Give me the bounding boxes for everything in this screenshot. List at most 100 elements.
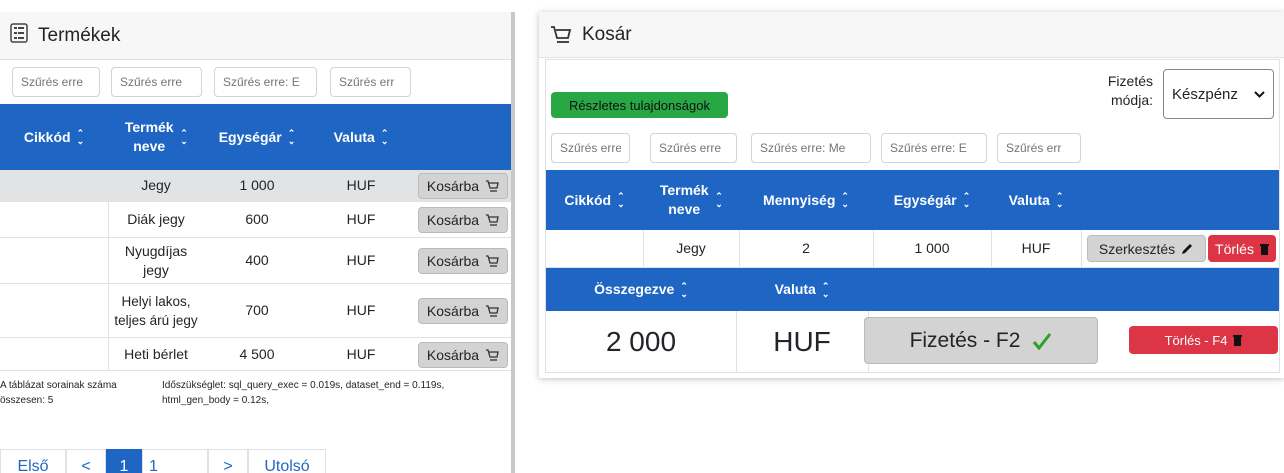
filter-product-code[interactable] bbox=[12, 67, 100, 97]
sort-icon[interactable]: ⌃ ⌄ bbox=[963, 192, 971, 209]
sort-icon[interactable]: ⌃ ⌄ bbox=[1056, 192, 1064, 209]
cart-header: Kosár bbox=[539, 12, 1284, 58]
column-header-price[interactable]: Egységár ⌃ ⌄ bbox=[204, 104, 310, 170]
add-to-cart-button[interactable]: Kosárba bbox=[418, 342, 508, 368]
column-header-total-currency[interactable]: Valuta ⌃ ⌄ bbox=[736, 268, 868, 311]
products-panel: Termékek Cikkód ⌃⌄ Termék neve ⌃⌄ Egységár… bbox=[0, 12, 515, 473]
column-header-quantity[interactable]: Mennyiség ⌃ ⌄ bbox=[739, 170, 873, 230]
chevron-down-icon bbox=[1254, 90, 1265, 98]
pencil-icon bbox=[1180, 242, 1194, 256]
add-to-cart-button[interactable]: Kosárba bbox=[418, 248, 508, 274]
product-price: 4 500 bbox=[239, 345, 275, 362]
clear-cart-button[interactable]: Törlés - F4 bbox=[1129, 326, 1278, 354]
sort-icon[interactable]: ⌃ ⌄ bbox=[381, 129, 389, 146]
product-name: Heti bérlet bbox=[124, 345, 188, 362]
product-currency: HUF bbox=[346, 252, 376, 268]
cart-item-quantity: 2 bbox=[802, 240, 810, 256]
delete-item-button[interactable]: Törlés bbox=[1208, 235, 1276, 262]
product-price: 1 000 bbox=[239, 177, 275, 193]
pagination-current[interactable]: 1 bbox=[106, 449, 142, 473]
product-currency: HUF bbox=[346, 345, 376, 362]
sort-icon[interactable]: ⌃ ⌄ bbox=[680, 281, 688, 298]
add-to-cart-button[interactable]: Kosárba bbox=[418, 207, 508, 233]
column-header-name[interactable]: Termék neve ⌃ ⌄ bbox=[108, 104, 204, 170]
product-name: Diák jegy bbox=[127, 211, 185, 227]
column-header-code[interactable]: Cikkód ⌃ ⌄ bbox=[0, 104, 108, 170]
product-name: Helyi lakos, teljes árú jegy bbox=[114, 293, 198, 328]
cart-filter-price[interactable] bbox=[881, 133, 987, 163]
cart-filter-name[interactable] bbox=[650, 133, 737, 163]
cart-filter-code[interactable] bbox=[551, 133, 630, 163]
filter-product-name[interactable] bbox=[111, 67, 202, 97]
total-amount: 2 000 bbox=[605, 326, 677, 357]
add-to-cart-button[interactable]: Kosárba bbox=[418, 298, 508, 324]
sort-icon[interactable]: ⌃ ⌄ bbox=[822, 281, 830, 298]
column-label: Termék neve bbox=[659, 182, 709, 217]
pagination-last[interactable]: Utolsó bbox=[248, 449, 326, 473]
cart-icon bbox=[485, 179, 499, 193]
cart-table-header: Cikkód ⌃ ⌄ Termék neve ⌃ ⌄ Mennyiség ⌃ ⌄ Egysé… bbox=[546, 170, 1279, 230]
column-label: Egységár bbox=[893, 191, 957, 208]
button-label: Kosárba bbox=[426, 178, 480, 194]
pagination-next[interactable]: > bbox=[208, 449, 248, 473]
column-header-code[interactable]: Cikkód ⌃ ⌄ bbox=[546, 170, 643, 230]
pay-button[interactable]: Fizetés - F2 bbox=[864, 317, 1098, 364]
button-label: Kosárba bbox=[426, 303, 480, 319]
product-price: 600 bbox=[245, 211, 269, 227]
cart-filter-currency[interactable] bbox=[997, 133, 1081, 163]
column-label: Valuta bbox=[333, 128, 375, 145]
edit-button[interactable]: Szerkesztés bbox=[1087, 235, 1206, 262]
column-label: Valuta bbox=[1008, 191, 1050, 208]
table-row: Helyi lakos, teljes árú jegy 700 HUF Kos… bbox=[0, 284, 511, 338]
button-label: Törlés bbox=[1215, 240, 1254, 257]
payment-method-label: Fizetés módja: bbox=[1107, 73, 1153, 108]
trash-icon bbox=[1259, 243, 1269, 255]
sort-icon[interactable]: ⌃ ⌄ bbox=[715, 192, 723, 209]
products-table-header: Cikkód ⌃ ⌄ Termék neve ⌃ ⌄ Egységár ⌃ ⌄ Valuta… bbox=[0, 104, 511, 170]
product-name: Jegy bbox=[141, 177, 171, 193]
timing-info: Időszükséglet: sql_query_exec = 0.019s, … bbox=[162, 380, 445, 406]
pagination-prev[interactable]: < bbox=[66, 449, 106, 473]
sort-icon[interactable]: ⌃ ⌄ bbox=[617, 192, 625, 209]
pagination-first[interactable]: Első bbox=[0, 449, 66, 473]
column-header-currency[interactable]: Valuta ⌃ ⌄ bbox=[991, 170, 1081, 230]
add-to-cart-button[interactable]: Kosárba bbox=[418, 173, 508, 199]
cart-icon bbox=[485, 348, 499, 362]
sort-icon[interactable]: ⌃ ⌄ bbox=[841, 192, 849, 209]
button-label: Kosárba bbox=[426, 347, 480, 363]
column-label: Cikkód bbox=[23, 128, 71, 145]
column-header-price[interactable]: Egységár ⌃ ⌄ bbox=[873, 170, 991, 230]
table-row: Jegy 1 000 HUF Kosárba bbox=[0, 170, 511, 202]
summary-header: Összegezve ⌃ ⌄ Valuta ⌃ ⌄ bbox=[546, 268, 1279, 311]
cart-item-currency: HUF bbox=[1021, 240, 1051, 256]
button-label: Szerkesztés bbox=[1098, 240, 1176, 257]
details-button[interactable]: Részletes tulajdonságok bbox=[551, 92, 728, 118]
products-title: Termékek bbox=[38, 24, 121, 46]
table-row: Jegy 2 1 000 HUF Szerkesztés Törlés bbox=[546, 230, 1279, 268]
sort-icon[interactable]: ⌃ ⌄ bbox=[77, 129, 85, 146]
column-header-currency[interactable]: Valuta ⌃ ⌄ bbox=[310, 104, 412, 170]
filter-currency[interactable] bbox=[330, 67, 411, 97]
cart-item-price: 1 000 bbox=[914, 240, 950, 256]
column-label: Termék neve bbox=[124, 119, 174, 154]
payment-method-select[interactable]: Készpénz bbox=[1163, 69, 1274, 119]
column-header-name[interactable]: Termék neve ⌃ ⌄ bbox=[643, 170, 739, 230]
sort-icon[interactable]: ⌃ ⌄ bbox=[288, 129, 296, 146]
sort-icon[interactable]: ⌃ ⌄ bbox=[180, 129, 188, 146]
product-currency: HUF bbox=[346, 177, 376, 193]
cart-filter-quantity[interactable] bbox=[751, 133, 871, 163]
pagination-page[interactable]: 1 bbox=[142, 449, 208, 473]
button-label: Kosárba bbox=[426, 212, 480, 228]
table-row: Nyugdíjas jegy 400 HUF Kosárba bbox=[0, 238, 511, 284]
payment-method-value: Készpénz bbox=[1172, 85, 1238, 103]
cart-icon bbox=[485, 213, 499, 227]
column-label: Összegezve bbox=[594, 281, 675, 297]
product-name: Nyugdíjas jegy bbox=[124, 242, 188, 278]
column-label: Cikkód bbox=[564, 191, 612, 208]
products-list-icon bbox=[10, 22, 28, 49]
column-label: Egységár bbox=[218, 128, 282, 145]
cart-title: Kosár bbox=[582, 23, 632, 45]
column-header-total[interactable]: Összegezve ⌃ ⌄ bbox=[546, 268, 736, 311]
products-header: Termékek bbox=[0, 12, 511, 60]
filter-unit-price[interactable] bbox=[214, 67, 317, 97]
